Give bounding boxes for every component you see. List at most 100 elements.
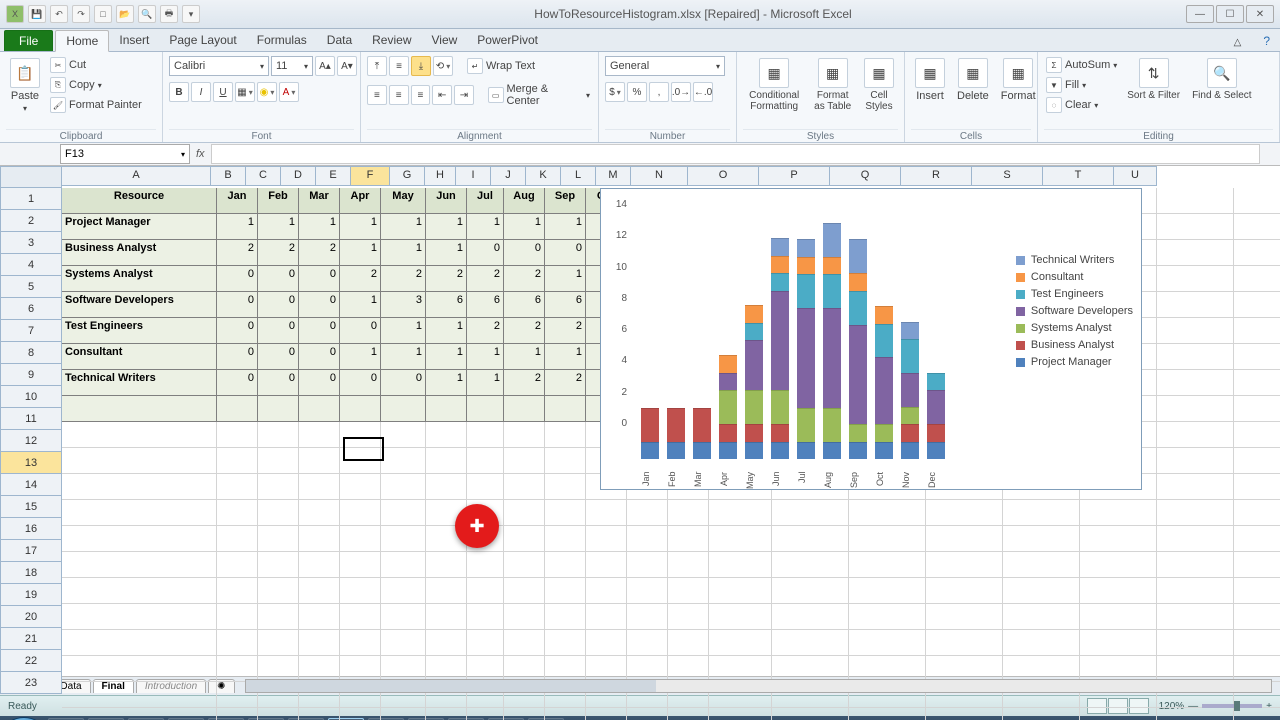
cell[interactable] xyxy=(299,526,340,552)
cell[interactable] xyxy=(1234,370,1280,396)
cell[interactable]: 1 xyxy=(504,344,545,370)
cell[interactable] xyxy=(1157,214,1234,240)
cell[interactable] xyxy=(586,630,627,656)
cell[interactable]: Aug xyxy=(504,188,545,214)
cell[interactable] xyxy=(381,422,426,448)
cell[interactable] xyxy=(1080,630,1157,656)
cell[interactable] xyxy=(62,656,217,682)
cell[interactable]: 2 xyxy=(467,266,504,292)
open-icon[interactable]: 📂 xyxy=(116,5,134,23)
cell[interactable]: Jul xyxy=(467,188,504,214)
cell[interactable] xyxy=(1157,318,1234,344)
cell[interactable] xyxy=(217,500,258,526)
sort-filter-button[interactable]: ⇅Sort & Filter xyxy=(1123,56,1184,103)
cell[interactable] xyxy=(504,630,545,656)
cell[interactable] xyxy=(62,682,217,708)
cell[interactable] xyxy=(1157,396,1234,422)
name-box[interactable]: F13▾ xyxy=(60,144,190,164)
cell[interactable]: Mar xyxy=(299,188,340,214)
ribbon-minimize-icon[interactable]: △ xyxy=(1224,34,1252,51)
cell[interactable] xyxy=(545,448,586,474)
cell[interactable] xyxy=(340,604,381,630)
font-size-dropdown[interactable]: 11▾ xyxy=(271,56,313,76)
cell[interactable]: Technical Writers xyxy=(62,370,217,396)
align-center-button[interactable]: ≡ xyxy=(389,85,409,105)
cell[interactable]: Software Developers xyxy=(62,292,217,318)
cell-styles-button[interactable]: ▦Cell Styles xyxy=(860,56,898,114)
row-header[interactable]: 9 xyxy=(0,364,62,386)
cell[interactable] xyxy=(545,604,586,630)
fill-button[interactable]: ▼Fill ▾ xyxy=(1044,76,1119,94)
row-header[interactable]: 13 xyxy=(0,452,62,474)
cell[interactable] xyxy=(627,552,668,578)
cell[interactable] xyxy=(849,708,926,720)
undo-icon[interactable]: ↶ xyxy=(50,5,68,23)
row-header[interactable]: 2 xyxy=(0,210,62,232)
cell[interactable] xyxy=(545,422,586,448)
cell[interactable] xyxy=(586,708,627,720)
cell[interactable] xyxy=(1157,552,1234,578)
row-header[interactable]: 14 xyxy=(0,474,62,496)
cell[interactable] xyxy=(627,708,668,720)
cell[interactable] xyxy=(62,422,217,448)
align-right-button[interactable]: ≡ xyxy=(411,85,431,105)
cell[interactable]: 0 xyxy=(467,240,504,266)
ribbon-tab-formulas[interactable]: Formulas xyxy=(247,30,317,51)
cell[interactable]: 2 xyxy=(504,370,545,396)
cell[interactable] xyxy=(217,578,258,604)
cell[interactable] xyxy=(545,708,586,720)
cell[interactable] xyxy=(586,526,627,552)
cell[interactable] xyxy=(426,474,467,500)
cell[interactable] xyxy=(1234,422,1280,448)
fx-icon[interactable]: fx xyxy=(196,148,205,160)
cell[interactable] xyxy=(62,552,217,578)
cell[interactable] xyxy=(586,578,627,604)
cell[interactable] xyxy=(299,552,340,578)
cell[interactable]: 0 xyxy=(299,292,340,318)
copy-button[interactable]: ⎘Copy ▾ xyxy=(48,76,144,94)
cell[interactable] xyxy=(1234,526,1280,552)
worksheet-area[interactable]: ABCDEFGHIJKLMNOPQRSTU 123456789101112131… xyxy=(0,166,1280,676)
cell[interactable]: Consultant xyxy=(62,344,217,370)
cell[interactable]: 3 xyxy=(381,292,426,318)
cell[interactable]: 0 xyxy=(340,318,381,344)
save-icon[interactable]: 💾 xyxy=(28,5,46,23)
indent-decrease-button[interactable]: ⇤ xyxy=(432,85,452,105)
number-format-dropdown[interactable]: General▾ xyxy=(605,56,725,76)
cell[interactable]: 0 xyxy=(258,370,299,396)
comma-button[interactable]: , xyxy=(649,82,669,102)
cell[interactable] xyxy=(381,578,426,604)
cell[interactable] xyxy=(340,708,381,720)
column-header[interactable]: F xyxy=(351,166,390,186)
ribbon-tab-powerpivot[interactable]: PowerPivot xyxy=(467,30,548,51)
cell[interactable]: 1 xyxy=(381,318,426,344)
row-header[interactable]: 1 xyxy=(0,188,62,210)
cell[interactable] xyxy=(381,500,426,526)
cell[interactable] xyxy=(381,552,426,578)
cell[interactable] xyxy=(709,526,772,552)
cell[interactable] xyxy=(217,474,258,500)
cell[interactable]: 0 xyxy=(381,370,426,396)
cell[interactable] xyxy=(1234,188,1280,214)
new-icon[interactable]: □ xyxy=(94,5,112,23)
cell[interactable]: 1 xyxy=(381,240,426,266)
cell[interactable]: 0 xyxy=(258,318,299,344)
clear-button[interactable]: ◌Clear ▾ xyxy=(1044,96,1119,114)
cell[interactable] xyxy=(258,552,299,578)
indent-increase-button[interactable]: ⇥ xyxy=(454,85,474,105)
column-header[interactable]: K xyxy=(526,166,561,186)
cell[interactable] xyxy=(258,604,299,630)
cell[interactable] xyxy=(772,526,849,552)
cell[interactable] xyxy=(709,708,772,720)
cell[interactable]: 0 xyxy=(340,370,381,396)
row-header[interactable]: 15 xyxy=(0,496,62,518)
row-header[interactable]: 7 xyxy=(0,320,62,342)
cell[interactable]: Resource xyxy=(62,188,217,214)
cell[interactable] xyxy=(62,578,217,604)
cell[interactable] xyxy=(772,578,849,604)
cell[interactable]: 2 xyxy=(545,370,586,396)
cell[interactable]: 0 xyxy=(258,292,299,318)
cell[interactable] xyxy=(504,448,545,474)
cell[interactable]: 2 xyxy=(299,240,340,266)
column-header[interactable]: C xyxy=(246,166,281,186)
